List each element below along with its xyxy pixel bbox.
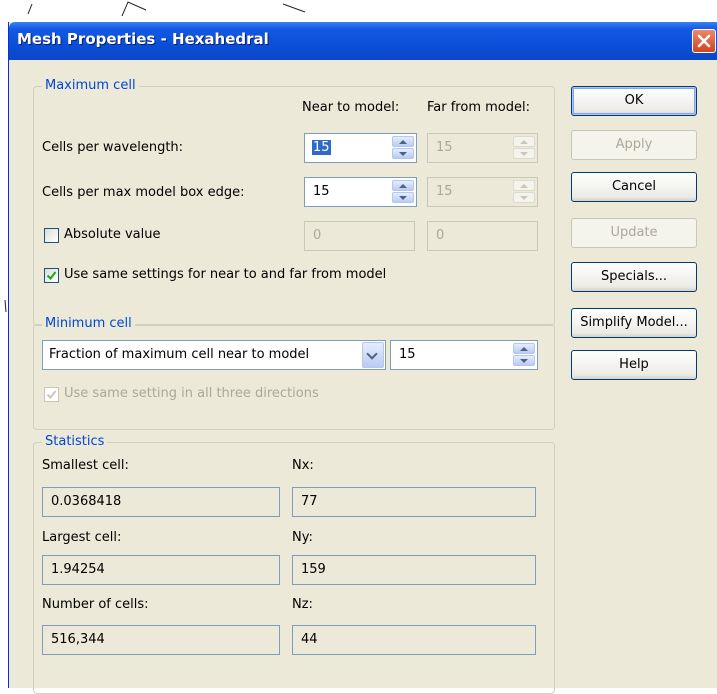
spin-up-icon[interactable]: [392, 136, 414, 147]
spin-down-icon[interactable]: [392, 148, 414, 159]
statistics-title: Statistics: [42, 434, 108, 449]
minimum-cell-mode-select[interactable]: Fraction of maximum cell near to model: [42, 340, 386, 370]
far-from-model-header: Far from model:: [427, 100, 530, 115]
absolute-value-near-value: 0: [313, 228, 322, 243]
nz-label: Nz:: [292, 597, 313, 612]
nx-field: 77: [292, 487, 536, 517]
minimum-cell-value[interactable]: 15: [399, 347, 416, 362]
absolute-value-checkbox[interactable]: [44, 228, 59, 243]
nx-label: Nx:: [292, 458, 314, 473]
nx-value: 77: [301, 494, 318, 509]
mesh-properties-dialog: Mesh Properties - Hexahedral Maximum cel…: [8, 22, 717, 694]
ok-button[interactable]: OK: [571, 86, 697, 116]
minimum-cell-title: Minimum cell: [42, 316, 135, 331]
near-to-model-header: Near to model:: [302, 100, 400, 115]
spin-down-icon[interactable]: [392, 192, 414, 203]
cells-per-wavelength-near-value[interactable]: 15: [312, 140, 331, 155]
absolute-value-label: Absolute value: [64, 227, 161, 242]
minimum-cell-mode-value: Fraction of maximum cell near to model: [49, 347, 310, 362]
help-button[interactable]: Help: [571, 350, 697, 380]
smallest-cell-field: 0.0368418: [42, 487, 280, 517]
absolute-value-far-value: 0: [436, 228, 445, 243]
smallest-cell-value: 0.0368418: [51, 494, 122, 509]
nz-field: 44: [292, 625, 536, 655]
update-button: Update: [571, 218, 697, 248]
cells-per-wavelength-far-value: 15: [436, 140, 453, 155]
spin-down-icon: [513, 148, 535, 159]
cells-per-wavelength-near-spinner[interactable]: 15: [304, 133, 417, 163]
cells-per-wavelength-label: Cells per wavelength:: [42, 140, 184, 155]
ny-field: 159: [292, 555, 536, 585]
cancel-button[interactable]: Cancel: [571, 172, 697, 202]
nz-value: 44: [301, 632, 318, 647]
spin-up-icon: [513, 136, 535, 147]
close-button[interactable]: [692, 29, 716, 53]
same-settings-checkbox[interactable]: [44, 268, 59, 283]
spin-up-icon[interactable]: [513, 343, 535, 354]
cells-per-wavelength-far-spinner: 15: [427, 133, 538, 163]
largest-cell-field: 1.94254: [42, 555, 280, 585]
same-directions-checkbox: [44, 387, 59, 402]
close-icon: [697, 34, 711, 48]
cells-per-edge-label: Cells per max model box edge:: [42, 185, 245, 200]
ny-label: Ny:: [292, 530, 313, 545]
spin-down-icon: [513, 192, 535, 203]
ny-value: 159: [301, 562, 326, 577]
background-strokes-left: [4, 299, 7, 313]
check-icon: [46, 390, 57, 400]
absolute-value-near-field: 0: [304, 221, 415, 251]
cells-per-edge-near-spinner[interactable]: 15: [304, 177, 417, 207]
maximum-cell-title: Maximum cell: [42, 78, 139, 93]
number-of-cells-label: Number of cells:: [42, 597, 149, 612]
window-title: Mesh Properties - Hexahedral: [17, 30, 269, 48]
simplify-model-button[interactable]: Simplify Model...: [571, 308, 697, 338]
specials-button[interactable]: Specials...: [571, 262, 697, 292]
same-settings-label: Use same settings for near to and far fr…: [64, 267, 387, 282]
apply-button: Apply: [571, 130, 697, 160]
cells-per-edge-far-value: 15: [436, 184, 453, 199]
largest-cell-value: 1.94254: [51, 562, 105, 577]
absolute-value-far-field: 0: [427, 221, 538, 251]
number-of-cells-field: 516,344: [42, 625, 280, 655]
cells-per-edge-near-value[interactable]: 15: [313, 184, 330, 199]
check-icon: [46, 271, 57, 281]
spin-up-icon[interactable]: [392, 180, 414, 191]
title-bar[interactable]: Mesh Properties - Hexahedral: [9, 22, 717, 60]
chevron-down-icon[interactable]: [362, 342, 384, 368]
cells-per-edge-far-spinner: 15: [427, 177, 538, 207]
minimum-cell-value-spinner[interactable]: 15: [390, 340, 538, 370]
same-directions-label: Use same setting in all three directions: [64, 386, 319, 401]
number-of-cells-value: 516,344: [51, 632, 105, 647]
largest-cell-label: Largest cell:: [42, 530, 122, 545]
spin-down-icon[interactable]: [513, 355, 535, 366]
spin-up-icon: [513, 180, 535, 191]
smallest-cell-label: Smallest cell:: [42, 458, 129, 473]
